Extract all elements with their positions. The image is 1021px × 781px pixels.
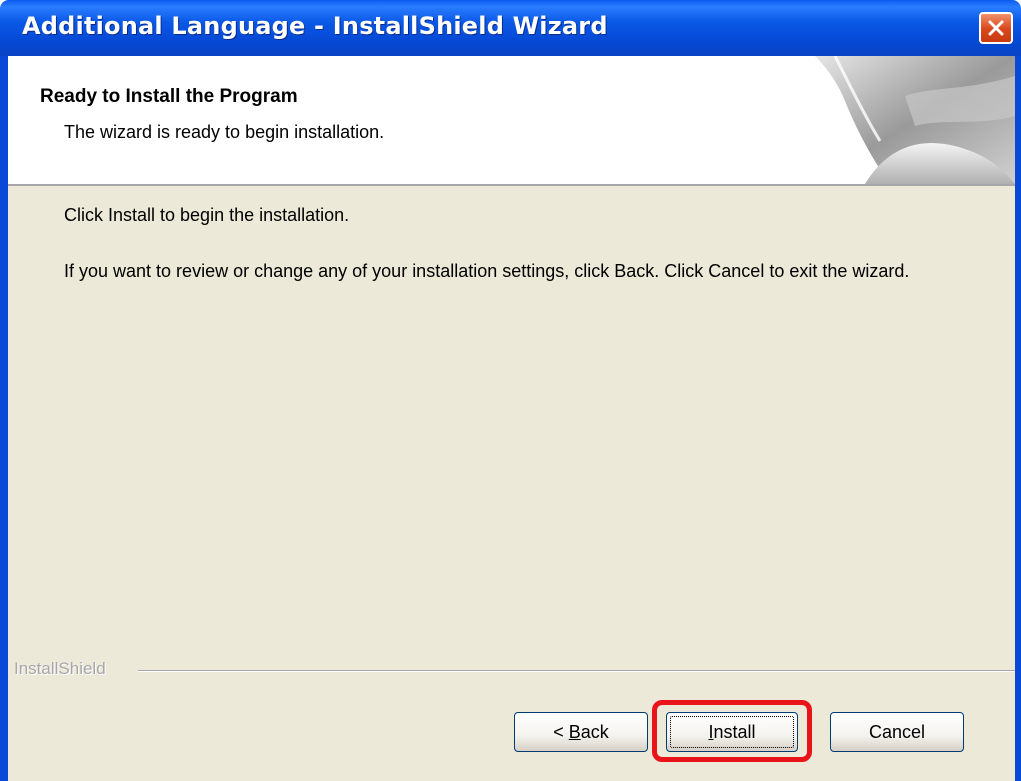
divider-line — [138, 670, 1015, 672]
close-button[interactable] — [979, 12, 1013, 44]
back-mnemonic: B — [568, 722, 581, 742]
dialog-client-area: Ready to Install the Program The wizard … — [8, 56, 1015, 781]
wizard-window: Additional Language - InstallShield Wiza… — [0, 0, 1021, 781]
install-highlight-annotation — [652, 700, 812, 762]
header-banner: Ready to Install the Program The wizard … — [8, 56, 1015, 186]
back-label-rest: ack — [580, 722, 609, 742]
instruction-text: Click Install to begin the installation. — [64, 205, 350, 225]
banner-graphic — [815, 56, 1015, 184]
cancel-button[interactable]: Cancel — [830, 712, 964, 752]
close-icon — [988, 20, 1004, 36]
back-prefix: < — [553, 722, 569, 742]
window-title: Additional Language - InstallShield Wiza… — [22, 12, 608, 40]
brand-divider: InstallShield — [8, 659, 1015, 683]
title-bar[interactable]: Additional Language - InstallShield Wiza… — [0, 0, 1021, 56]
header-title: Ready to Install the Program — [40, 86, 298, 107]
header-subtitle: The wizard is ready to begin installatio… — [64, 122, 385, 142]
back-button[interactable]: < Back — [514, 712, 648, 752]
installshield-brand: InstallShield — [14, 659, 114, 679]
review-settings-text: If you want to review or change any of y… — [64, 261, 910, 281]
